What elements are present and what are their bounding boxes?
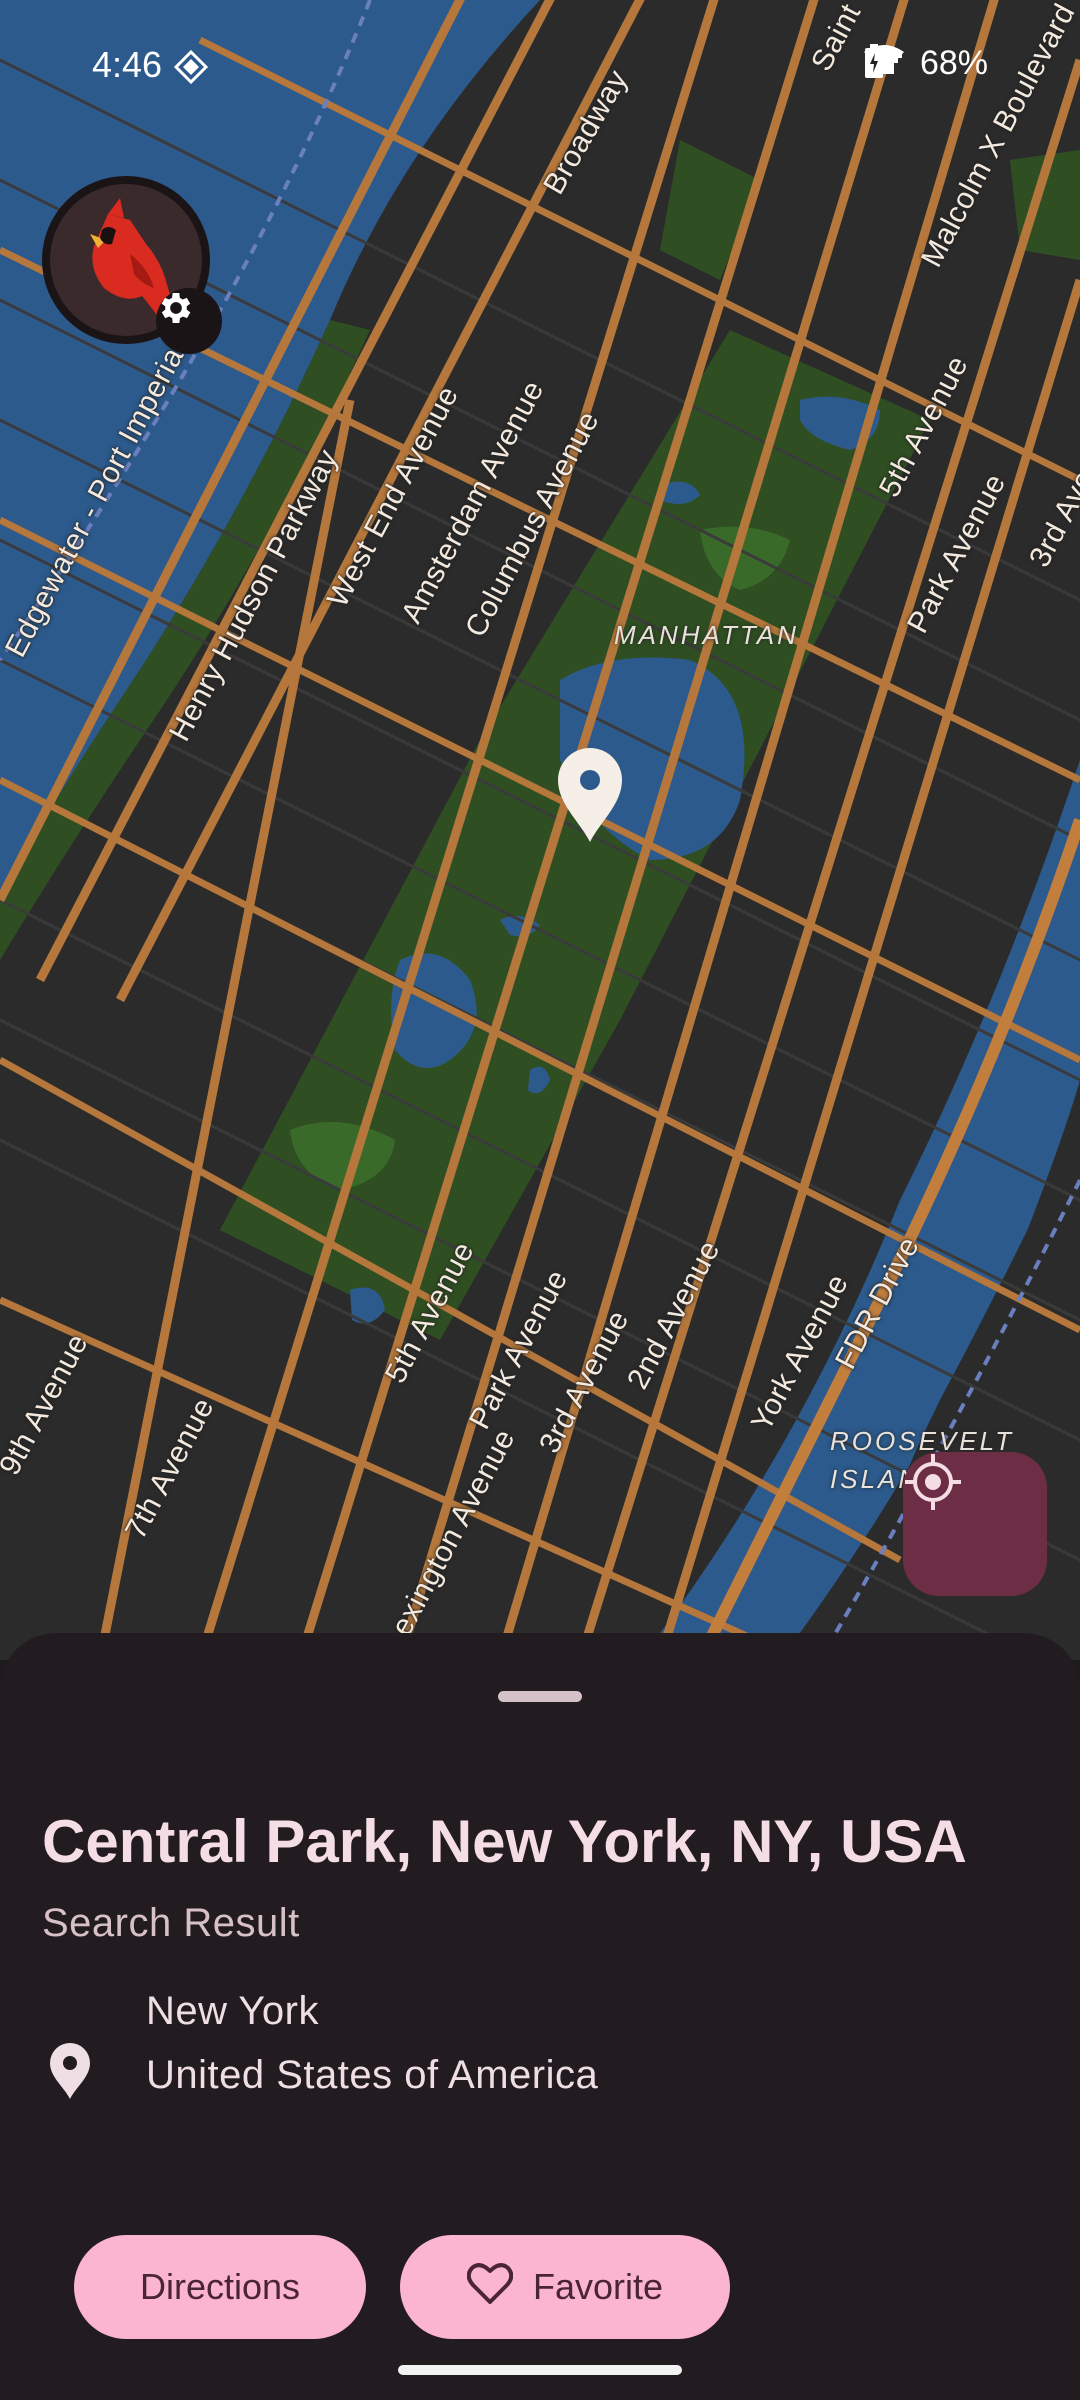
gear-icon	[161, 293, 191, 323]
home-indicator[interactable]	[398, 2365, 682, 2375]
sheet-drag-handle[interactable]	[498, 1691, 582, 1702]
place-title: Central Park, New York, NY, USA	[42, 1808, 967, 1875]
status-bar: 4:46 68%	[0, 0, 1080, 130]
favorite-button[interactable]: Favorite	[400, 2235, 730, 2339]
location-pin-icon	[48, 2043, 92, 2104]
favorite-label: Favorite	[532, 2266, 664, 2307]
place-subtitle: Search Result	[42, 1901, 300, 1945]
heart-icon	[466, 2262, 514, 2313]
battery-level: 68%	[919, 44, 988, 82]
place-details-sheet: Central Park, New York, NY, USA Search R…	[0, 1633, 1080, 2400]
map-view[interactable]: MANHATTAN ROOSEVELT ISLAND Broadway Malc…	[0, 0, 1080, 1660]
address-city: New York	[146, 1989, 319, 2033]
directions-button[interactable]: Directions	[74, 2235, 366, 2339]
my-location-icon	[905, 1454, 961, 1510]
my-location-button[interactable]	[903, 1452, 1047, 1596]
address-country: United States of America	[146, 2053, 599, 2097]
district-label-manhattan: MANHATTAN	[614, 620, 799, 650]
status-time: 4:46	[92, 44, 163, 85]
directions-label: Directions	[139, 2266, 301, 2307]
settings-button[interactable]	[156, 288, 222, 354]
